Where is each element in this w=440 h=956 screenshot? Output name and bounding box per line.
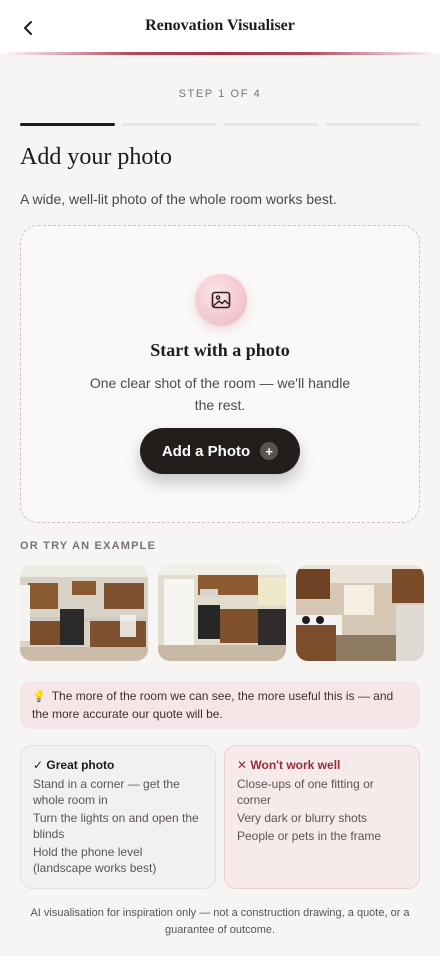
app-header: Renovation Visualiser [0,0,440,55]
tip-text: The more of the room we can see, the mor… [32,689,394,721]
good-photo-item: Hold the phone level (landscape works be… [33,845,157,875]
good-photo-item: Turn the lights on and open the blinds [33,811,199,841]
add-photo-label: Add a Photo [161,442,251,460]
step-indicator: STEP 1 OF 4 [178,88,262,100]
example-kitchen-2[interactable] [158,565,286,661]
app-title: Renovation Visualiser [145,17,295,34]
progress-segment-1 [20,123,115,126]
bad-photo-item: Close-ups of one fitting or corner [237,777,374,807]
header-accent-line [0,52,440,55]
page-title: Add your photo [20,144,172,170]
dropzone-description: One clear shot of the room — we'll handl… [89,375,351,413]
example-gallery [20,565,424,661]
bad-photo-card: ✕ Won't work well Close-ups of one fitti… [224,745,420,889]
good-photo-title: ✓ Great photo [33,758,115,772]
image-icon [195,274,247,326]
page-subtitle: A wide, well-lit photo of the whole room… [20,191,337,207]
disclaimer-footer: AI visualisation for inspiration only — … [30,907,410,936]
examples-label: OR TRY AN EXAMPLE [20,540,157,552]
example-kitchen-3[interactable] [296,565,424,661]
good-photo-item: Stand in a corner — get the whole room i… [33,777,180,807]
progress-segment-4 [325,123,420,126]
bad-photo-item: Very dark or blurry shots [237,811,368,825]
good-photo-card: ✓ Great photo Stand in a corner — get th… [20,745,216,889]
tip-banner: 💡 The more of the room we can see, the mo… [20,681,420,729]
progress-segment-3 [223,123,319,126]
photo-dropzone[interactable]: Start with a photo One clear shot of the… [20,225,420,523]
progress-segment-2 [121,123,217,126]
add-photo-button[interactable]: Add a Photo + [140,428,300,474]
lightbulb-icon: 💡 [32,691,46,703]
example-kitchen-1[interactable] [20,565,148,661]
bad-photo-title: ✕ Won't work well [237,758,341,772]
step-progress-bar [20,123,420,126]
bad-photo-item: People or pets in the frame [237,829,382,843]
plus-icon: + [260,442,279,460]
dropzone-title: Start with a photo [150,340,290,360]
